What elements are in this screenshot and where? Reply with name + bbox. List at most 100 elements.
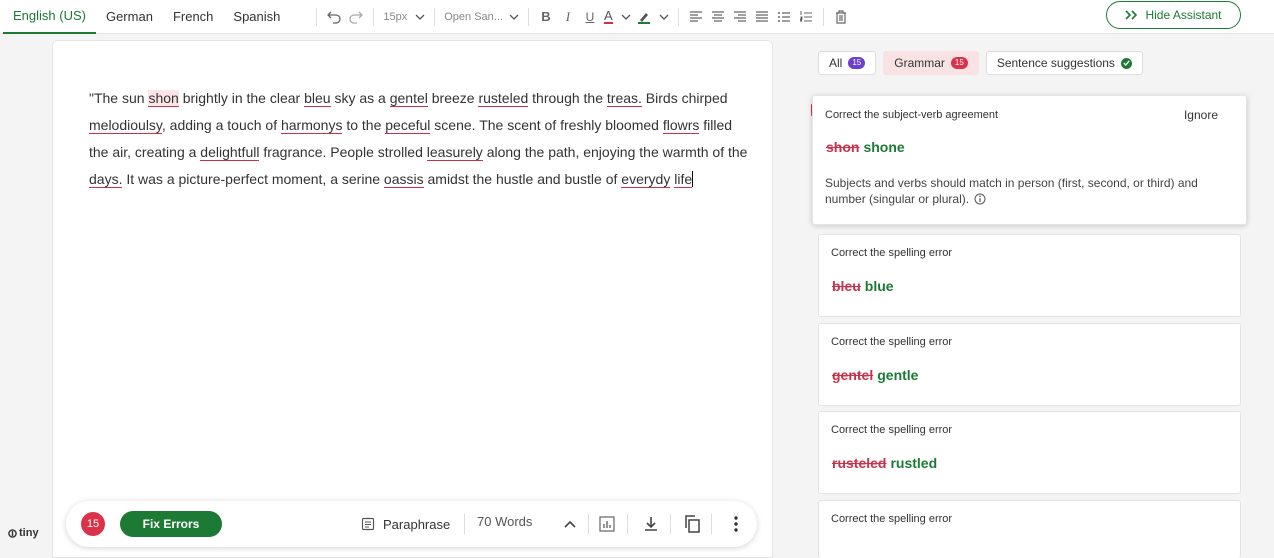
card-title: Correct the spelling error (831, 424, 953, 436)
editor-text[interactable]: "The sun shon brightly in the clear bleu… (89, 85, 754, 193)
suggestion-card[interactable]: Correct the subject-verb agreement Ignor… (812, 95, 1247, 225)
bullet-list-icon[interactable] (776, 5, 792, 29)
info-icon[interactable] (974, 193, 986, 205)
divider (316, 7, 318, 26)
text-run: along the path, enjoying the warmth of t… (482, 144, 748, 160)
tiny-logo: tiny (8, 527, 39, 539)
fix-errors-button[interactable]: Fix Errors (120, 511, 222, 537)
misspelled-word[interactable]: melodioulsy (89, 117, 162, 134)
misspelled-word[interactable]: peceful (385, 117, 431, 134)
divider (677, 7, 679, 26)
wrong-word: bleu (832, 278, 861, 294)
text-run: sky as a (330, 90, 390, 106)
numbered-list-icon[interactable] (798, 5, 814, 29)
text-run: Birds chirped (641, 90, 728, 106)
more-options-icon[interactable] (724, 512, 748, 536)
paraphrase-label: Paraphrase (383, 516, 451, 532)
align-right-icon[interactable] (732, 5, 748, 29)
copy-icon[interactable] (680, 512, 704, 536)
word-count: 70 Words (477, 514, 533, 529)
paraphrase-button[interactable]: Paraphrase (361, 511, 450, 537)
chevron-up-icon[interactable] (558, 512, 582, 536)
filter-grammar[interactable]: Grammar 15 (883, 51, 979, 75)
tab-german[interactable]: German (96, 0, 163, 34)
misspelled-word[interactable]: shon (148, 90, 179, 107)
redo-icon[interactable] (348, 5, 364, 29)
misspelled-word[interactable]: leasurely (426, 144, 483, 161)
misspelled-word[interactable]: treas. (606, 90, 642, 107)
filter-all[interactable]: All 15 (818, 51, 877, 75)
highlighter-icon (637, 12, 650, 24)
correct-word: gentle (877, 367, 919, 383)
undo-icon[interactable] (326, 5, 342, 29)
text-run: It was a picture-perfect moment, a serin… (122, 171, 384, 187)
editor-area[interactable]: "The sun shon brightly in the clear bleu… (52, 40, 773, 558)
filter-grammar-label: Grammar (894, 56, 945, 70)
hide-assistant-button[interactable]: Hide Assistant (1106, 1, 1241, 29)
divider (670, 514, 671, 534)
font-size-select[interactable]: 15px (383, 5, 425, 29)
suggestion-card[interactable]: Correct the spelling error rusteled rustl… (818, 411, 1241, 494)
card-suggestion[interactable]: gentel gentle (832, 367, 918, 383)
card-suggestion[interactable]: rusteled rustled (832, 455, 937, 471)
download-icon[interactable] (639, 512, 663, 536)
suggestion-card[interactable]: Correct the spelling error bleu blue (818, 234, 1241, 317)
underline-button[interactable]: U (582, 5, 598, 29)
suggestion-card[interactable]: Correct the spelling error (818, 500, 1241, 558)
italic-button[interactable]: I (560, 5, 576, 29)
misspelled-word[interactable]: days. (89, 171, 123, 188)
toolbar: English (US) German French Spanish 15px … (0, 0, 1274, 34)
statistics-icon[interactable] (595, 512, 619, 536)
ignore-button[interactable]: Ignore (1184, 108, 1218, 122)
divider (711, 514, 712, 534)
divider (373, 7, 375, 26)
align-left-icon[interactable] (688, 5, 704, 29)
misspelled-word[interactable]: rusteled (478, 90, 529, 107)
tab-spanish[interactable]: Spanish (223, 0, 290, 34)
divider (588, 514, 589, 534)
correct-word: shone (863, 139, 905, 155)
filter-all-count: 15 (848, 57, 866, 69)
misspelled-word[interactable]: flowrs (662, 117, 700, 134)
filter-sentence-suggestions[interactable]: Sentence suggestions (985, 51, 1143, 75)
tab-english-us[interactable]: English (US) (3, 0, 96, 34)
filter-row: All 15 Grammar 15 Sentence suggestions (818, 51, 1143, 75)
highlight-color-button[interactable] (637, 5, 669, 29)
align-justify-icon[interactable] (754, 5, 770, 29)
misspelled-word[interactable]: everydy (621, 171, 671, 188)
text-run: scene. The scent of freshly bloomed (430, 117, 663, 133)
wrong-word: rusteled (832, 455, 887, 471)
text-run: amidst the hustle and bustle of (423, 171, 622, 187)
align-center-icon[interactable] (710, 5, 726, 29)
font-size-value: 15px (383, 10, 408, 23)
correct-word: blue (864, 278, 894, 294)
bottom-bar: 15 Fix Errors Paraphrase 70 Words (66, 501, 757, 547)
hide-assistant-label: Hide Assistant (1145, 8, 1222, 22)
card-title: Correct the spelling error (831, 336, 953, 348)
text-color-button[interactable]: A (603, 5, 631, 29)
card-title: Correct the spelling error (831, 247, 953, 259)
paraphrase-icon (361, 517, 375, 531)
filter-all-label: All (829, 56, 843, 70)
suggestion-card[interactable]: Correct the spelling error gentel gentle (818, 323, 1241, 406)
filter-sentence-label: Sentence suggestions (996, 56, 1115, 70)
misspelled-word[interactable]: gentel (389, 90, 428, 107)
text-caret (692, 171, 694, 187)
text-run: fragrance. People strolled (259, 144, 427, 160)
misspelled-word[interactable]: harmonys (280, 117, 343, 134)
card-suggestion[interactable]: shon shone (826, 139, 905, 155)
bold-button[interactable]: B (538, 5, 554, 29)
wrong-word: shon (826, 139, 860, 155)
misspelled-word[interactable]: oassis (383, 171, 424, 188)
misspelled-word[interactable]: bleu (304, 90, 331, 107)
font-family-value: Open San... (444, 10, 503, 23)
tab-french[interactable]: French (163, 0, 223, 34)
misspelled-word[interactable]: life (674, 171, 693, 188)
font-family-select[interactable]: Open San... (444, 5, 519, 29)
card-suggestion[interactable]: bleu blue (832, 278, 894, 294)
misspelled-word[interactable]: delightfull (200, 144, 260, 161)
text-color-label: A (603, 8, 613, 24)
card-description-text: Subjects and verbs should match in perso… (825, 176, 1198, 206)
trash-icon[interactable] (833, 5, 849, 29)
text-run: to the (342, 117, 386, 133)
